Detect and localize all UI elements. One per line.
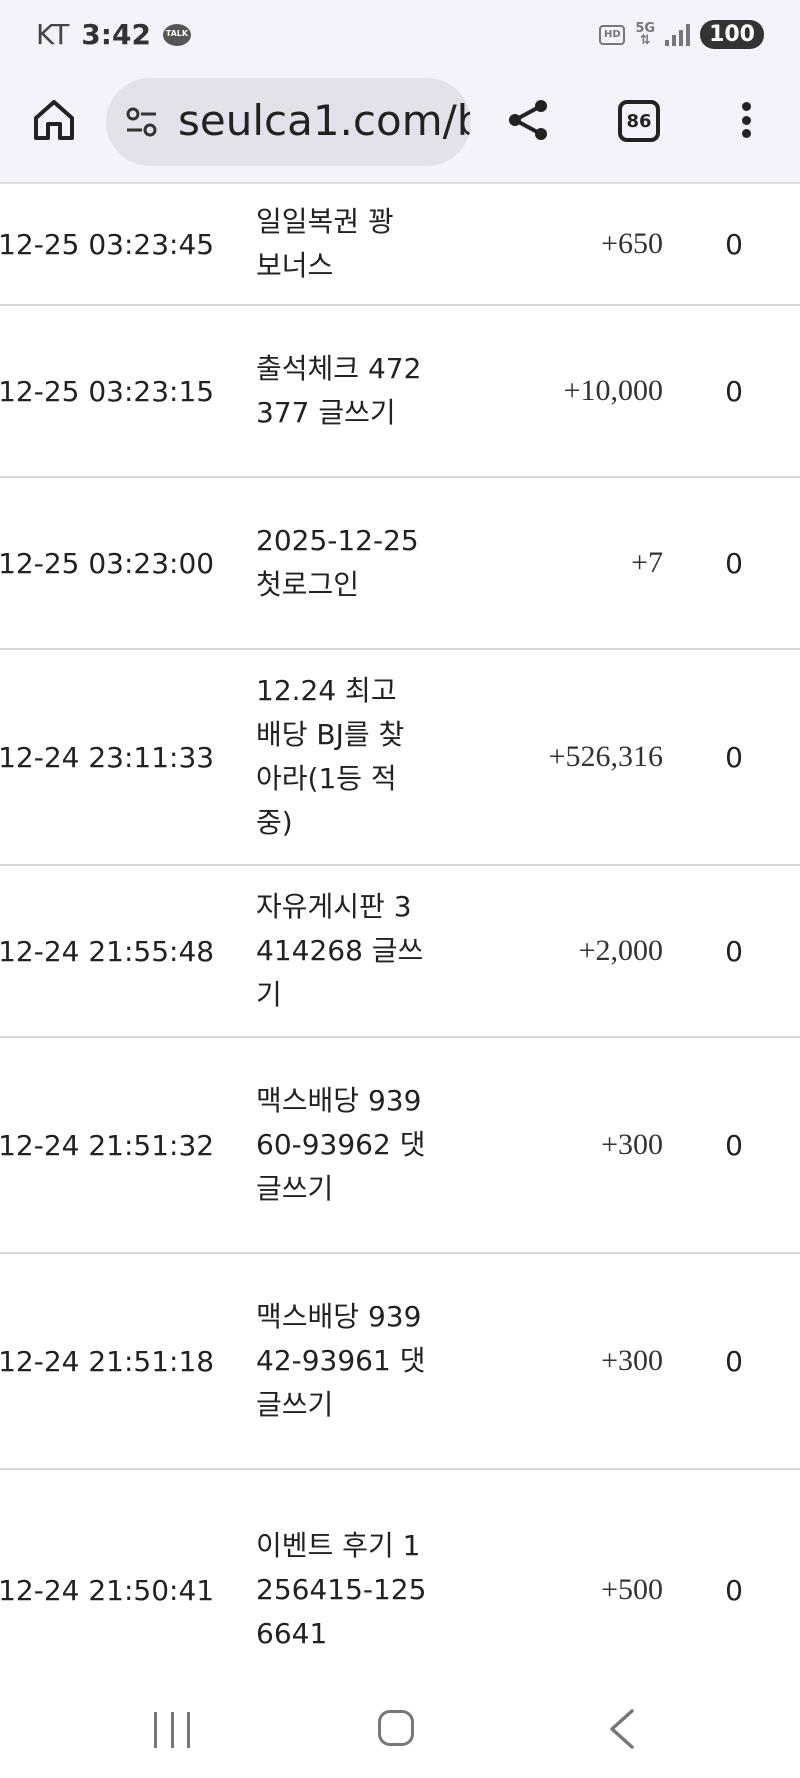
- row-description: 12.24 최고 배당 BJ를 찾아라(1등 적중): [256, 674, 405, 839]
- row-date: -12-24 21:51:18: [0, 1344, 215, 1378]
- points-table: -12-25 03:23:45 일일복권 꽝 보너스 +650 0 -12-25…: [0, 184, 800, 1710]
- row-points: +300: [601, 1128, 663, 1161]
- system-nav-bar: [0, 1682, 800, 1778]
- table-row: -12-25 03:23:15 출석체크 472377 글쓰기 +10,000 …: [0, 306, 800, 478]
- table-row: -12-24 21:50:41 이벤트 후기 1256415-1256641 +…: [0, 1470, 800, 1710]
- address-bar[interactable]: seulca1.com/b: [106, 78, 471, 166]
- row-date: -12-25 03:23:45: [0, 227, 215, 261]
- network-label: 5G: [635, 20, 656, 36]
- home-icon[interactable]: [30, 96, 78, 144]
- row-date: -12-24 21:51:32: [0, 1128, 215, 1162]
- row-points: +526,316: [548, 740, 663, 773]
- table-row: -12-25 03:23:00 2025-12-25 첫로그인 +7 0: [0, 478, 800, 650]
- row-description: 자유게시판 3414268 글쓰기: [256, 890, 424, 1011]
- row-balance: 0: [725, 740, 743, 774]
- row-date: -12-25 03:23:00: [0, 546, 215, 580]
- row-description: 맥스배당 93942-93961 댓글쓰기: [256, 1300, 426, 1421]
- signal-icon: [665, 23, 691, 46]
- row-description: 일일복권 꽝 보너스: [256, 205, 394, 282]
- row-balance: 0: [725, 1344, 743, 1378]
- tune-icon[interactable]: [124, 104, 160, 140]
- kakaotalk-icon: TALK: [162, 23, 191, 46]
- row-balance: 0: [725, 227, 743, 261]
- row-points: +650: [601, 227, 663, 260]
- status-right: HD 5G ⇅ 100: [599, 20, 764, 49]
- row-points: +10,000: [563, 374, 663, 407]
- home-circle-icon[interactable]: [378, 1710, 414, 1746]
- share-icon[interactable]: [505, 96, 553, 144]
- row-points: +2,000: [578, 934, 663, 967]
- tab-count-button[interactable]: 86: [618, 100, 660, 142]
- row-points: +7: [631, 546, 663, 579]
- row-description: 맥스배당 93960-93962 댓글쓰기: [256, 1084, 426, 1205]
- table-row: -12-24 23:11:33 12.24 최고 배당 BJ를 찾아라(1등 적…: [0, 650, 800, 866]
- table-row: -12-24 21:55:48 자유게시판 3414268 글쓰기 +2,000…: [0, 866, 800, 1038]
- url-text: seulca1.com/b: [178, 96, 471, 145]
- battery-icon: 100: [700, 20, 764, 49]
- status-bar: KT 3:42 TALK HD 5G ⇅ 100: [0, 0, 800, 68]
- back-icon[interactable]: [606, 1708, 638, 1750]
- row-description: 2025-12-25 첫로그인: [256, 524, 419, 601]
- row-description: 이벤트 후기 1256415-1256641: [256, 1529, 427, 1650]
- row-points: +500: [601, 1573, 663, 1606]
- row-date: -12-24 21:55:48: [0, 934, 215, 968]
- hd-voice-icon: HD: [599, 24, 626, 45]
- row-date: -12-24 21:50:41: [0, 1573, 215, 1607]
- recent-apps-icon[interactable]: [154, 1712, 190, 1748]
- carrier-label: KT: [36, 18, 70, 51]
- clock: 3:42: [81, 18, 151, 51]
- row-balance: 0: [725, 374, 743, 408]
- row-balance: 0: [725, 934, 743, 968]
- row-date: -12-25 03:23:15: [0, 374, 215, 408]
- row-points: +300: [601, 1344, 663, 1377]
- row-date: -12-24 23:11:33: [0, 740, 215, 774]
- table-row: -12-24 21:51:18 맥스배당 93942-93961 댓글쓰기 +3…: [0, 1254, 800, 1470]
- status-left: KT 3:42 TALK: [36, 18, 191, 51]
- row-balance: 0: [725, 1128, 743, 1162]
- browser-toolbar: seulca1.com/b 86: [0, 68, 800, 184]
- more-vert-icon[interactable]: [732, 96, 760, 144]
- talk-label: TALK: [165, 28, 189, 38]
- row-description: 출석체크 472377 글쓰기: [256, 352, 422, 429]
- network-5g-icon: 5G ⇅: [635, 20, 656, 48]
- table-row: -12-24 21:51:32 맥스배당 93960-93962 댓글쓰기 +3…: [0, 1038, 800, 1254]
- row-balance: 0: [725, 546, 743, 580]
- table-row: -12-25 03:23:45 일일복권 꽝 보너스 +650 0: [0, 184, 800, 306]
- row-balance: 0: [725, 1573, 743, 1607]
